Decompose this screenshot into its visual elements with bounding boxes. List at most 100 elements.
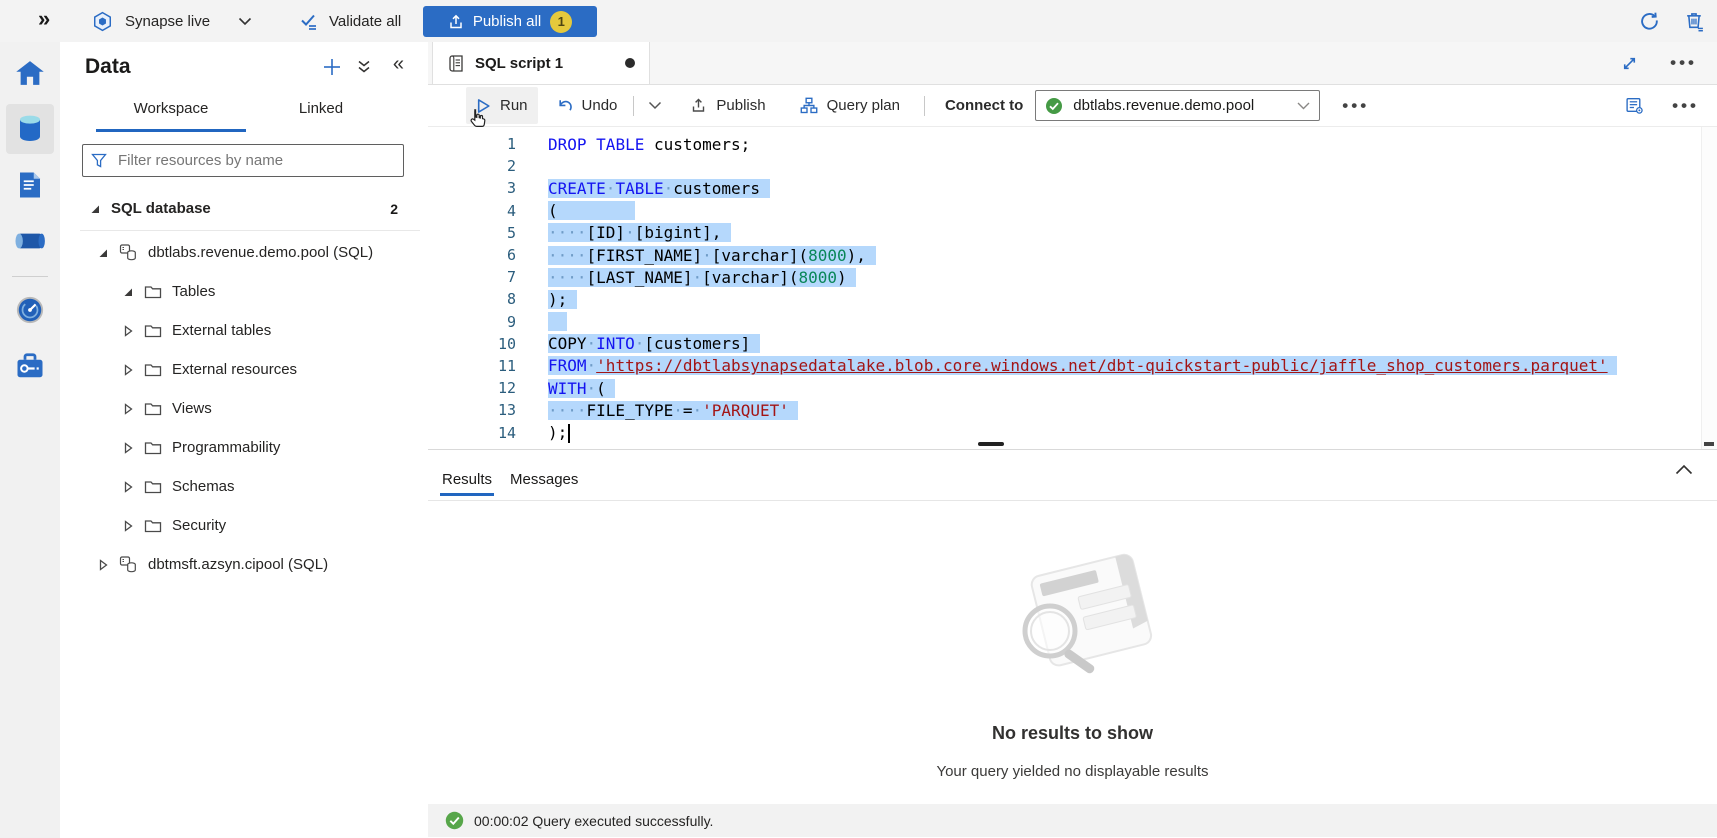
undo-button[interactable]: Undo xyxy=(546,87,628,124)
folder-icon xyxy=(144,440,162,456)
folder-icon xyxy=(144,284,162,300)
expand-arrow-icon[interactable] xyxy=(121,402,135,416)
panel-resize-handle[interactable] xyxy=(978,442,1004,446)
publish-all-button[interactable]: Publish all 1 xyxy=(423,6,597,37)
rail-item-integrate[interactable] xyxy=(6,216,54,266)
rail-item-monitor[interactable] xyxy=(6,285,54,335)
properties-icon[interactable] xyxy=(1625,96,1644,115)
tree-item-tables[interactable]: Tables xyxy=(60,272,428,311)
tab-messages[interactable]: Messages xyxy=(508,471,580,500)
tree-root-count: 2 xyxy=(390,201,398,217)
line-number: 1 xyxy=(428,135,516,153)
toolbar-more-icon[interactable]: ••• xyxy=(1666,101,1705,111)
code-line-14: 14); xyxy=(428,421,1717,443)
code-line-3: 3CREATE·TABLE·customers xyxy=(428,177,1717,199)
line-number: 9 xyxy=(428,313,516,331)
tree-item-external-resources[interactable]: External resources xyxy=(60,350,428,389)
expand-arrow-icon[interactable] xyxy=(121,363,135,377)
validate-all-button[interactable]: Validate all xyxy=(300,0,401,42)
query-status-bar: 00:00:02 Query executed successfully. xyxy=(428,804,1717,837)
folder-icon xyxy=(144,362,162,378)
tab-results[interactable]: Results xyxy=(440,471,494,500)
line-number: 6 xyxy=(428,246,516,264)
sql-script-icon xyxy=(447,54,465,73)
code-line-13: 13····FILE_TYPE·=·'PARQUET' xyxy=(428,399,1717,421)
rail-item-develop[interactable] xyxy=(6,160,54,210)
no-results-illustration xyxy=(978,543,1168,701)
connect-to-label: Connect to xyxy=(945,97,1023,114)
line-number: 8 xyxy=(428,290,516,308)
add-resource-icon[interactable] xyxy=(322,57,342,77)
folder-icon xyxy=(144,479,162,495)
tree-item-schemas[interactable]: Schemas xyxy=(60,467,428,506)
tree-item-dbtmsft-azsyn-cipool-sql[interactable]: dbtmsft.azsyn.cipool (SQL) xyxy=(60,545,428,584)
tree-item-programmability[interactable]: Programmability xyxy=(60,428,428,467)
rail-item-data[interactable] xyxy=(6,104,54,154)
overview-ruler[interactable] xyxy=(1701,127,1717,449)
divider xyxy=(80,230,420,231)
connect-to-pool-dropdown[interactable]: dbtlabs.revenue.demo.pool xyxy=(1035,90,1320,121)
discard-all-icon[interactable] xyxy=(1684,11,1705,32)
folder-icon xyxy=(144,323,162,339)
code-line-10: 10COPY·INTO·[customers] xyxy=(428,333,1717,355)
filter-box xyxy=(82,144,404,177)
line-number: 4 xyxy=(428,202,516,220)
expand-arrow-icon[interactable] xyxy=(96,558,110,572)
filter-funnel-icon xyxy=(91,153,107,168)
collapse-panel-icon[interactable]: « xyxy=(393,53,404,76)
code-editor[interactable]: 1DROP TABLE customers;23CREATE·TABLE·cus… xyxy=(428,127,1717,449)
expand-arrow-icon[interactable] xyxy=(88,202,102,216)
document-tab-title: SQL script 1 xyxy=(475,55,563,72)
tree-item-security[interactable]: Security xyxy=(60,506,428,545)
data-panel-tabs: Workspace Linked xyxy=(60,92,428,130)
rail-item-home[interactable] xyxy=(6,48,54,98)
integrate-icon xyxy=(14,228,46,254)
expand-top-nav-icon[interactable]: » xyxy=(38,6,50,32)
tree-item-views[interactable]: Views xyxy=(60,389,428,428)
code-line-1: 1DROP TABLE customers; xyxy=(428,133,1717,155)
tab-workspace[interactable]: Workspace xyxy=(96,92,246,130)
run-button[interactable]: Run xyxy=(466,87,538,124)
collapse-results-chevron-icon[interactable] xyxy=(1675,464,1693,475)
toolbar-overflow-icon[interactable]: ••• xyxy=(1336,101,1375,111)
run-options-chevron-icon[interactable] xyxy=(640,101,670,110)
chevron-down-icon xyxy=(238,17,252,26)
expand-arrow-icon[interactable] xyxy=(121,519,135,533)
chevron-down-icon xyxy=(1297,102,1310,110)
folder-icon xyxy=(144,518,162,534)
synapse-studio-window: » Synapse live Validate all Publish all xyxy=(0,0,1717,838)
tree-item-external-tables[interactable]: External tables xyxy=(60,311,428,350)
sql-pool-icon xyxy=(119,555,138,574)
folder-icon xyxy=(144,401,162,417)
tree-item-dbtlabs-revenue-demo-pool-sql[interactable]: dbtlabs.revenue.demo.pool (SQL) xyxy=(60,233,428,272)
tree-item-sql-database[interactable]: SQL database 2 xyxy=(60,189,428,228)
query-status-text: 00:00:02 Query executed successfully. xyxy=(474,813,713,829)
more-actions-icon[interactable]: ••• xyxy=(1664,58,1703,68)
tab-linked[interactable]: Linked xyxy=(246,92,396,130)
expand-editor-icon[interactable] xyxy=(1621,55,1638,72)
tab-sql-script-1[interactable]: SQL script 1 xyxy=(432,42,650,84)
query-plan-button[interactable]: Query plan xyxy=(790,87,910,124)
code-line-6: 6····[FIRST_NAME]·[varchar](8000), xyxy=(428,244,1717,266)
divider xyxy=(924,96,925,116)
upload-icon xyxy=(448,14,464,30)
collapse-all-icon[interactable] xyxy=(356,60,372,74)
expand-arrow-icon[interactable] xyxy=(121,441,135,455)
left-hub-rail xyxy=(0,42,60,838)
rail-item-manage[interactable] xyxy=(6,341,54,391)
success-check-icon xyxy=(445,811,464,830)
line-number: 13 xyxy=(428,401,516,419)
refresh-icon[interactable] xyxy=(1639,11,1660,32)
line-number: 3 xyxy=(428,179,516,197)
publish-button[interactable]: Publish xyxy=(680,87,775,124)
synapse-live-dropdown[interactable]: Synapse live xyxy=(92,0,252,42)
expand-arrow-icon[interactable] xyxy=(121,480,135,494)
cursor-position-mark xyxy=(1704,442,1714,446)
expand-arrow-icon[interactable] xyxy=(121,285,135,299)
expand-arrow-icon[interactable] xyxy=(96,246,110,260)
filter-resources-input[interactable] xyxy=(116,151,395,170)
pool-name: dbtlabs.revenue.demo.pool xyxy=(1073,97,1254,114)
code-line-5: 5····[ID]·[bigint], xyxy=(428,222,1717,244)
expand-arrow-icon[interactable] xyxy=(121,324,135,338)
mode-label: Synapse live xyxy=(125,13,210,30)
